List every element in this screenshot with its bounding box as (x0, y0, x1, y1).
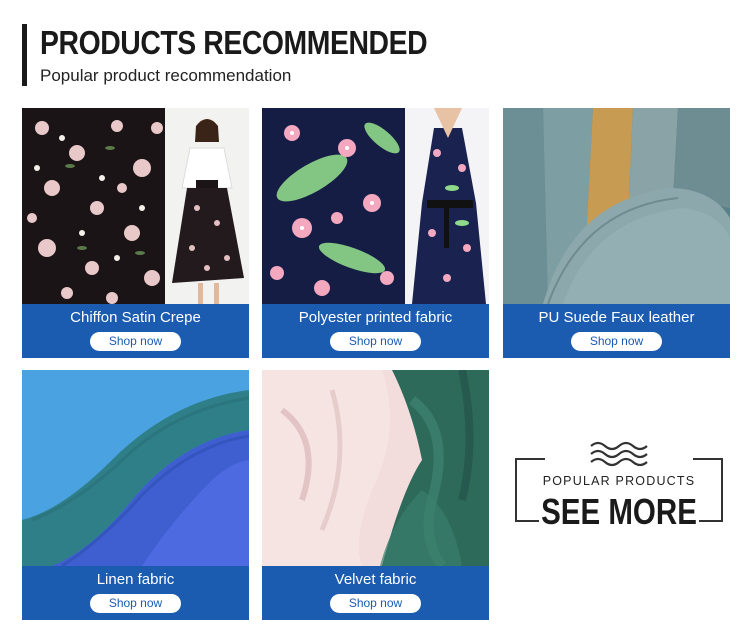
product-name: Chiffon Satin Crepe (70, 309, 201, 326)
shop-now-button[interactable]: Shop now (330, 594, 421, 613)
product-image-suede[interactable] (503, 108, 730, 304)
shop-now-button[interactable]: Shop now (90, 594, 181, 613)
shop-now-button[interactable]: Shop now (330, 332, 421, 351)
product-name: PU Suede Faux leather (538, 309, 695, 326)
product-image-polyester[interactable] (262, 108, 489, 304)
page-title: PRODUCTS RECOMMENDED (40, 24, 428, 61)
page-subtitle: Popular product recommendation (40, 66, 292, 85)
see-more-button[interactable]: POPULAR PRODUCTS SEE MORE (515, 440, 723, 540)
product-card-polyester[interactable]: Polyester printed fabric Shop now (262, 108, 489, 358)
product-card-velvet[interactable]: Velvet fabric Shop now (262, 370, 489, 620)
product-card-linen[interactable]: Linen fabric Shop now (22, 370, 249, 620)
shop-now-button[interactable]: Shop now (571, 332, 662, 351)
product-card-suede[interactable]: PU Suede Faux leather Shop now (503, 108, 730, 358)
title-accent-bar (22, 24, 27, 86)
product-image-linen[interactable] (22, 370, 249, 566)
product-image-chiffon[interactable] (22, 108, 249, 304)
product-name: Velvet fabric (334, 571, 417, 588)
product-image-velvet[interactable] (262, 370, 489, 566)
waves-icon (590, 441, 648, 467)
shop-now-button[interactable]: Shop now (90, 332, 181, 351)
see-more-kicker: POPULAR PRODUCTS (542, 474, 696, 488)
product-name: Linen fabric (96, 571, 175, 588)
product-card-chiffon[interactable]: Chiffon Satin Crepe Shop now (22, 108, 249, 358)
product-name: Polyester printed fabric (298, 309, 453, 326)
see-more-label: SEE MORE (541, 491, 697, 532)
